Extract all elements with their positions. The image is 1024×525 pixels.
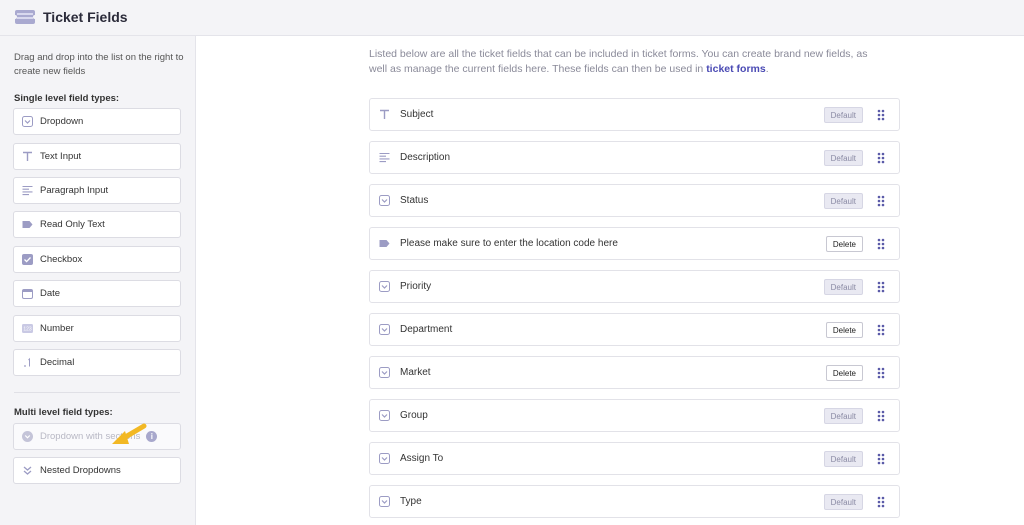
drag-handle-icon[interactable] (877, 281, 885, 293)
field-type-paragraph-input[interactable]: Paragraph Input (13, 177, 181, 204)
dropdown-icon (378, 453, 390, 465)
ticket-field-label: Description (400, 152, 451, 163)
ticket-field-label: Department (400, 324, 453, 335)
default-badge: Default (823, 408, 863, 424)
drag-handle-icon[interactable] (877, 367, 885, 379)
checkbox-icon (21, 254, 33, 266)
dropdown-icon (378, 281, 390, 293)
ticket-field-row[interactable]: Market Delete (369, 356, 900, 389)
default-badge: Default (823, 494, 863, 510)
description-text: Listed below are all the ticket fields t… (369, 48, 868, 75)
ticket-icon (14, 10, 36, 24)
paragraph-icon (21, 185, 33, 197)
sidebar-hint: Drag and drop into the list on the right… (14, 52, 184, 77)
ticket-field-label: Market (400, 367, 431, 378)
ticket-field-label: Assign To (400, 453, 444, 464)
delete-button[interactable]: Delete (825, 322, 863, 338)
field-type-label: Read Only Text (40, 219, 105, 230)
drag-handle-icon[interactable] (877, 410, 885, 422)
ticket-field-label: Please make sure to enter the location c… (400, 238, 618, 249)
ticket-forms-link[interactable]: ticket forms (706, 63, 766, 75)
ticket-fields-main: Listed below are all the ticket fields t… (197, 36, 1024, 525)
drag-handle-icon[interactable] (877, 109, 885, 121)
ticket-field-row[interactable]: Department Delete (369, 313, 900, 346)
default-badge: Default (823, 451, 863, 467)
field-type-date[interactable]: Date (13, 280, 181, 307)
field-type-label: Paragraph Input (40, 185, 109, 196)
field-type-label: Text Input (40, 151, 82, 162)
drag-handle-icon[interactable] (877, 238, 885, 250)
field-type-nested-dropdowns[interactable]: Nested Dropdowns (13, 457, 181, 484)
default-badge: Default (823, 279, 863, 295)
paragraph-icon (378, 152, 390, 164)
field-type-dropdown[interactable]: Dropdown (13, 108, 181, 135)
text-input-icon (378, 109, 390, 121)
dropdown-icon (378, 324, 390, 336)
label-tag-icon (21, 219, 33, 231)
ticket-field-row[interactable]: Please make sure to enter the location c… (369, 227, 900, 260)
field-type-label: Decimal (40, 357, 75, 368)
field-type-read-only-text[interactable]: Read Only Text (13, 211, 181, 238)
drag-handle-icon[interactable] (877, 324, 885, 336)
default-badge: Default (823, 150, 863, 166)
ticket-field-row[interactable]: Priority Default (369, 270, 900, 303)
text-input-icon (21, 151, 33, 163)
ticket-field-row[interactable]: Group Default (369, 399, 900, 432)
dropdown-icon (378, 195, 390, 207)
number-icon: 123 (21, 323, 33, 335)
default-badge: Default (823, 193, 863, 209)
field-type-label: Checkbox (40, 254, 83, 265)
label-tag-icon (378, 238, 390, 250)
arrow-annotation-icon (112, 423, 147, 444)
field-type-number[interactable]: 123 Number (13, 315, 181, 342)
default-badge: Default (823, 107, 863, 123)
ticket-field-row[interactable]: Assign To Default (369, 442, 900, 475)
ticket-field-row[interactable]: Type Default (369, 485, 900, 518)
drag-handle-icon[interactable] (877, 496, 885, 508)
field-type-label: Nested Dropdowns (40, 465, 121, 476)
field-types-sidebar: Drag and drop into the list on the right… (0, 36, 196, 525)
dropdown-icon (378, 496, 390, 508)
dropdown-icon (378, 410, 390, 422)
page-header: Ticket Fields (0, 0, 1024, 36)
field-type-label: Dropdown (40, 116, 84, 127)
drag-handle-icon[interactable] (877, 152, 885, 164)
dropdown-icon (378, 367, 390, 379)
page-title: Ticket Fields (43, 9, 128, 25)
decimal-icon (21, 357, 33, 369)
svg-text:123: 123 (23, 327, 32, 333)
field-type-text-input[interactable]: Text Input (13, 143, 181, 170)
ticket-field-label: Group (400, 410, 428, 421)
drag-handle-icon[interactable] (877, 453, 885, 465)
single-level-title: Single level field types: (14, 93, 120, 104)
field-type-label: Number (40, 323, 74, 334)
sidebar-divider (14, 392, 180, 393)
multi-level-title: Multi level field types: (14, 407, 113, 418)
ticket-field-label: Type (400, 496, 422, 507)
ticket-field-label: Subject (400, 109, 434, 120)
field-type-dropdown-with-sections[interactable]: Dropdown with sections i (13, 423, 181, 450)
nested-icon (21, 465, 33, 477)
field-type-label: Date (40, 288, 61, 299)
field-type-checkbox[interactable]: Checkbox (13, 246, 181, 273)
dropdown-icon (21, 116, 33, 128)
calendar-icon (21, 288, 33, 300)
ticket-field-row[interactable]: Description Default (369, 141, 900, 174)
delete-button[interactable]: Delete (825, 365, 863, 381)
description-end: . (765, 63, 769, 75)
ticket-field-row[interactable]: Status Default (369, 184, 900, 217)
sections-icon (21, 431, 33, 443)
drag-handle-icon[interactable] (877, 195, 885, 207)
ticket-field-label: Priority (400, 281, 432, 292)
delete-button[interactable]: Delete (825, 236, 863, 252)
ticket-field-label: Status (400, 195, 429, 206)
page-description: Listed below are all the ticket fields t… (369, 47, 869, 77)
ticket-field-row[interactable]: Subject Default (369, 98, 900, 131)
field-type-decimal[interactable]: Decimal (13, 349, 181, 376)
